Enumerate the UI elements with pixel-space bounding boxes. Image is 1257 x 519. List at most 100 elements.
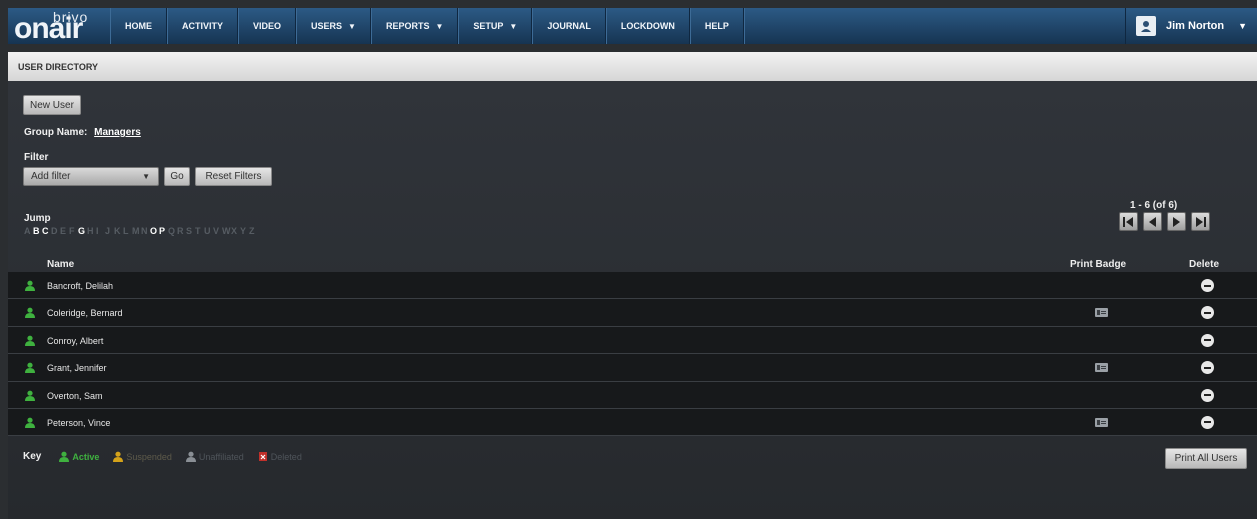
delete-user-icon[interactable] <box>1201 388 1214 402</box>
nav-item-label: SETUP <box>473 21 504 31</box>
key-item-label: Unaffiliated <box>198 451 244 462</box>
top-navigation-bar: brivo onair HOME ACTIVITY VIDEO USERS ▼ REPOR… <box>8 8 1257 44</box>
nav-item-label: REPORTS <box>385 21 430 31</box>
table-row[interactable]: Overton, Sam <box>8 381 1257 409</box>
column-print-badge-header: Print Badge <box>1070 259 1127 270</box>
jump-letter-o[interactable]: O <box>150 226 159 236</box>
group-name-label: Group Name: <box>24 127 88 138</box>
user-name-link[interactable]: Grant, Jennifer <box>47 363 107 373</box>
nav-item-users[interactable]: USERS ▼ <box>296 8 371 44</box>
jump-letter-z: Z <box>249 226 256 236</box>
nav-spacer <box>743 8 1125 44</box>
jump-letter-e: E <box>60 226 68 236</box>
nav-item-label: USERS <box>311 21 343 31</box>
add-filter-select[interactable]: Add filter ▼ <box>23 167 159 186</box>
print-all-users-button[interactable]: Print All Users <box>1165 448 1247 469</box>
brivo-onair-logo[interactable]: brivo onair <box>8 8 110 44</box>
nav-item-reports[interactable]: REPORTS ▼ <box>370 8 459 44</box>
new-user-button[interactable]: New User <box>23 95 81 115</box>
user-name-link[interactable]: Overton, Sam <box>47 391 103 401</box>
delete-user-icon[interactable] <box>1201 333 1214 347</box>
key-item-label: Suspended <box>126 451 172 462</box>
print-badge-icon[interactable] <box>1095 417 1108 427</box>
key-item-unaffiliated: Unaffiliated <box>185 451 244 462</box>
jump-letter-l: L <box>123 226 130 236</box>
nav-item-label: HELP <box>704 21 729 31</box>
user-status-icon <box>25 280 35 291</box>
jump-letter-w: W <box>222 226 232 236</box>
previous-page-button[interactable] <box>1143 212 1162 231</box>
user-status-icon <box>25 307 35 319</box>
reset-filters-button[interactable]: Reset Filters <box>195 167 272 186</box>
nav-item-lockdown[interactable]: LOCKDOWN <box>605 8 690 44</box>
pagination-summary: 1 - 6 (of 6) <box>1130 200 1178 211</box>
nav-item-home[interactable]: HOME <box>110 8 167 44</box>
user-status-icon <box>25 335 35 346</box>
column-delete-header: Delete <box>1189 259 1220 270</box>
print-badge-icon[interactable] <box>1095 308 1108 318</box>
jump-letter-b[interactable]: B <box>33 226 42 236</box>
key-item-active: Active <box>59 451 99 462</box>
jump-letter-s: S <box>186 226 194 236</box>
chevron-down-icon: ▼ <box>142 172 150 181</box>
chevron-down-icon: ▼ <box>435 21 444 31</box>
delete-user-icon[interactable] <box>1201 279 1214 292</box>
print-badge-icon[interactable] <box>1095 363 1108 373</box>
next-page-button[interactable] <box>1167 212 1186 231</box>
user-status-icon <box>25 417 35 428</box>
jump-letter-j: J <box>105 226 112 236</box>
jump-letter-c[interactable]: C <box>42 226 51 236</box>
delete-user-icon[interactable] <box>1201 415 1214 429</box>
nav-item-label: HOME <box>125 21 152 31</box>
table-row[interactable]: Bancroft, Delilah <box>8 272 1257 300</box>
nav-item-setup[interactable]: SETUP ▼ <box>458 8 533 44</box>
next-page-icon <box>1173 216 1180 227</box>
jump-letter-y: Y <box>240 226 248 236</box>
user-name-link[interactable]: Bancroft, Delilah <box>47 281 113 291</box>
jump-letter-q: Q <box>168 226 177 236</box>
table-row[interactable]: Grant, Jennifer <box>8 354 1257 382</box>
key-item-label: Active <box>72 451 100 462</box>
last-page-button[interactable] <box>1191 212 1210 231</box>
nav-item-label: JOURNAL <box>547 21 591 31</box>
table-row[interactable]: Coleridge, Bernard <box>8 299 1257 327</box>
nav-item-help[interactable]: HELP <box>689 8 744 44</box>
user-avatar-icon <box>1136 16 1156 36</box>
user-menu[interactable]: Jim Norton ▼ <box>1125 8 1257 44</box>
jump-letter-n: N <box>141 226 149 236</box>
delete-user-icon[interactable] <box>1201 306 1214 320</box>
go-button[interactable]: Go <box>164 167 190 186</box>
jump-letter-r: R <box>177 226 185 236</box>
status-key: Key Active Suspended Unaffiliated Deleted <box>23 451 316 462</box>
jump-letter-u: U <box>204 226 212 236</box>
user-name-link[interactable]: Peterson, Vince <box>47 418 110 428</box>
nav-item-activity[interactable]: ACTIVITY <box>167 8 239 44</box>
jump-letter-p[interactable]: P <box>159 226 168 236</box>
nav-item-video[interactable]: VIDEO <box>238 8 297 44</box>
jump-letter-g[interactable]: G <box>78 226 87 236</box>
delete-user-icon[interactable] <box>1201 361 1214 375</box>
user-name-link[interactable]: Coleridge, Bernard <box>47 308 123 318</box>
jump-letter-d: D <box>51 226 59 236</box>
user-status-icon <box>25 362 35 374</box>
logo-brivo-text: brivo <box>53 9 89 25</box>
table-row[interactable]: Peterson, Vince <box>8 408 1257 437</box>
column-name-header[interactable]: Name <box>47 259 74 270</box>
last-page-icon <box>1196 216 1206 227</box>
first-page-icon <box>1123 216 1133 227</box>
table-header: Name Print Badge Delete <box>8 256 1257 272</box>
nav-item-journal[interactable]: JOURNAL <box>532 8 606 44</box>
main-nav: HOME ACTIVITY VIDEO USERS ▼ REPORTS ▼ SETUP ▼ JOU… <box>110 8 744 44</box>
deleted-user-icon <box>258 452 267 461</box>
jump-letter-bar: ABCDEFGHIJKLMNOPQRSTUVWXYZ <box>24 226 258 236</box>
filter-label: Filter <box>24 152 49 163</box>
user-status-icon <box>25 390 35 401</box>
table-row[interactable]: Conroy, Albert <box>8 326 1257 355</box>
jump-letter-m: M <box>132 226 141 236</box>
group-name-link[interactable]: Managers <box>94 127 141 138</box>
group-name-line: Group Name: Managers <box>24 127 141 138</box>
first-page-button[interactable] <box>1119 212 1138 231</box>
jump-letter-t: T <box>195 226 202 236</box>
user-name-link[interactable]: Conroy, Albert <box>47 336 103 346</box>
jump-letter-i: I <box>96 226 100 236</box>
